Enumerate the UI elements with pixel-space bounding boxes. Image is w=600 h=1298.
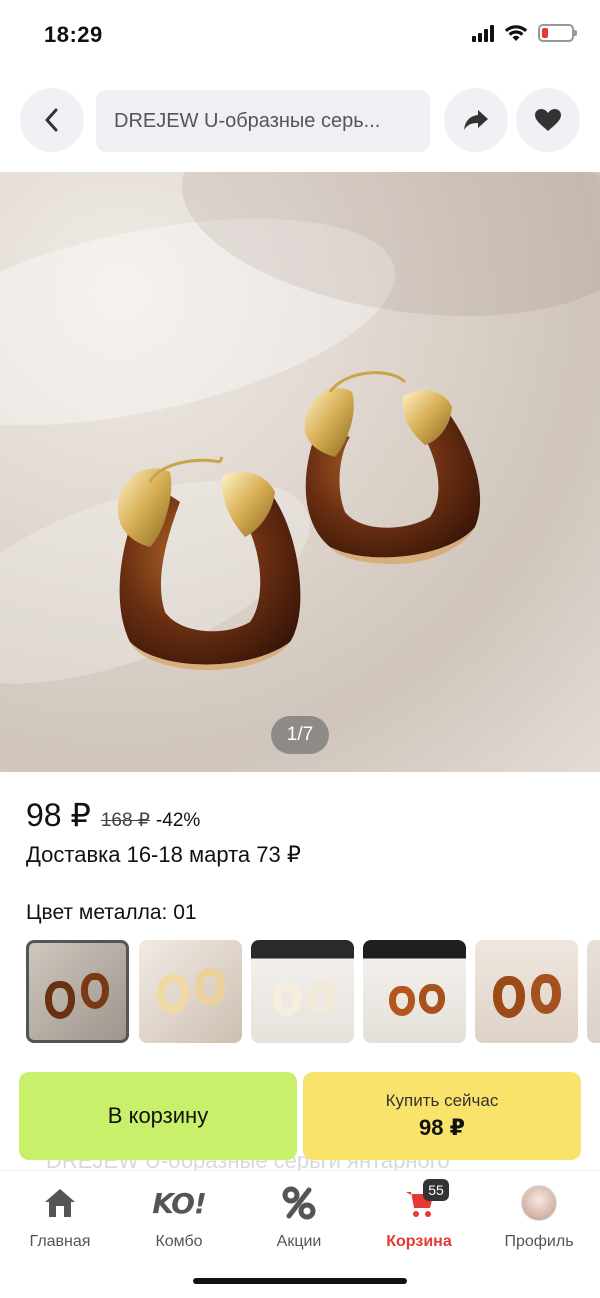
chevron-left-icon	[45, 108, 58, 132]
product-header: DREJEW U-образные серь...	[0, 88, 600, 154]
tab-home[interactable]: Главная	[5, 1183, 115, 1251]
cart-icon: 55	[399, 1179, 449, 1223]
buy-now-price: 98 ₽	[419, 1115, 465, 1140]
percent-icon	[279, 1183, 319, 1223]
variant-thumb-cream-gold[interactable]	[139, 940, 242, 1043]
avatar	[521, 1185, 557, 1221]
battery-icon	[538, 24, 577, 42]
discount-badge: -42%	[155, 810, 201, 831]
variant-thumb-amber-small[interactable]	[363, 940, 466, 1043]
tab-promo[interactable]: Акции	[244, 1183, 354, 1251]
status-time: 18:29	[44, 22, 103, 47]
variant-thumb-amber-gold[interactable]	[26, 940, 129, 1043]
back-button[interactable]	[20, 88, 84, 152]
buy-now-label: Купить сейчас	[385, 1091, 499, 1110]
product-image[interactable]	[0, 172, 600, 772]
old-price: 168 ₽	[100, 810, 150, 831]
tab-combo[interactable]: KO! Комбо	[124, 1183, 234, 1251]
status-icons	[472, 24, 577, 42]
variant-thumb-partial[interactable]	[587, 940, 600, 1043]
add-to-cart-button[interactable]: В корзину	[19, 1072, 297, 1160]
variant-thumbnails	[26, 940, 600, 1044]
buy-now-button[interactable]: Купить сейчас 98 ₽	[303, 1072, 581, 1160]
tab-cart[interactable]: 55 Корзина	[364, 1179, 474, 1251]
wifi-icon	[504, 25, 528, 41]
status-bar: 18:29	[0, 0, 600, 72]
earrings-photo-icon	[117, 371, 481, 670]
tab-profile[interactable]: Профиль	[484, 1183, 594, 1251]
share-arrow-icon	[464, 110, 488, 130]
variant-label: Цвет металла: 01	[26, 901, 197, 924]
profile-avatar-icon	[519, 1183, 559, 1223]
share-button[interactable]	[444, 88, 508, 152]
price-row: 98 ₽ 168 ₽ -42%	[26, 796, 200, 834]
combo-logo-text: KO!	[152, 1186, 206, 1220]
purchase-actions: В корзину Купить сейчас 98 ₽	[0, 1072, 600, 1162]
product-title-bar[interactable]: DREJEW U-образные серь...	[96, 90, 430, 152]
home-icon	[40, 1183, 80, 1223]
home-indicator[interactable]	[193, 1278, 407, 1284]
delivery-info: Доставка 16-18 марта 73 ₽	[26, 842, 301, 867]
tab-home-label: Главная	[29, 1233, 91, 1250]
tab-profile-label: Профиль	[504, 1233, 574, 1250]
tab-combo-label: Комбо	[155, 1233, 203, 1250]
signal-icon	[472, 24, 494, 42]
current-price: 98 ₽	[26, 797, 91, 833]
cart-count-badge: 55	[423, 1179, 449, 1201]
favorite-button[interactable]	[516, 88, 580, 152]
combo-logo-icon: KO!	[152, 1183, 206, 1223]
heart-icon	[535, 109, 561, 131]
tab-promo-label: Акции	[276, 1233, 322, 1250]
variant-thumb-amber-large[interactable]	[475, 940, 578, 1043]
image-counter: 1/7	[271, 716, 329, 754]
tab-cart-label: Корзина	[386, 1233, 452, 1250]
variant-thumb-white-gold[interactable]	[251, 940, 354, 1043]
